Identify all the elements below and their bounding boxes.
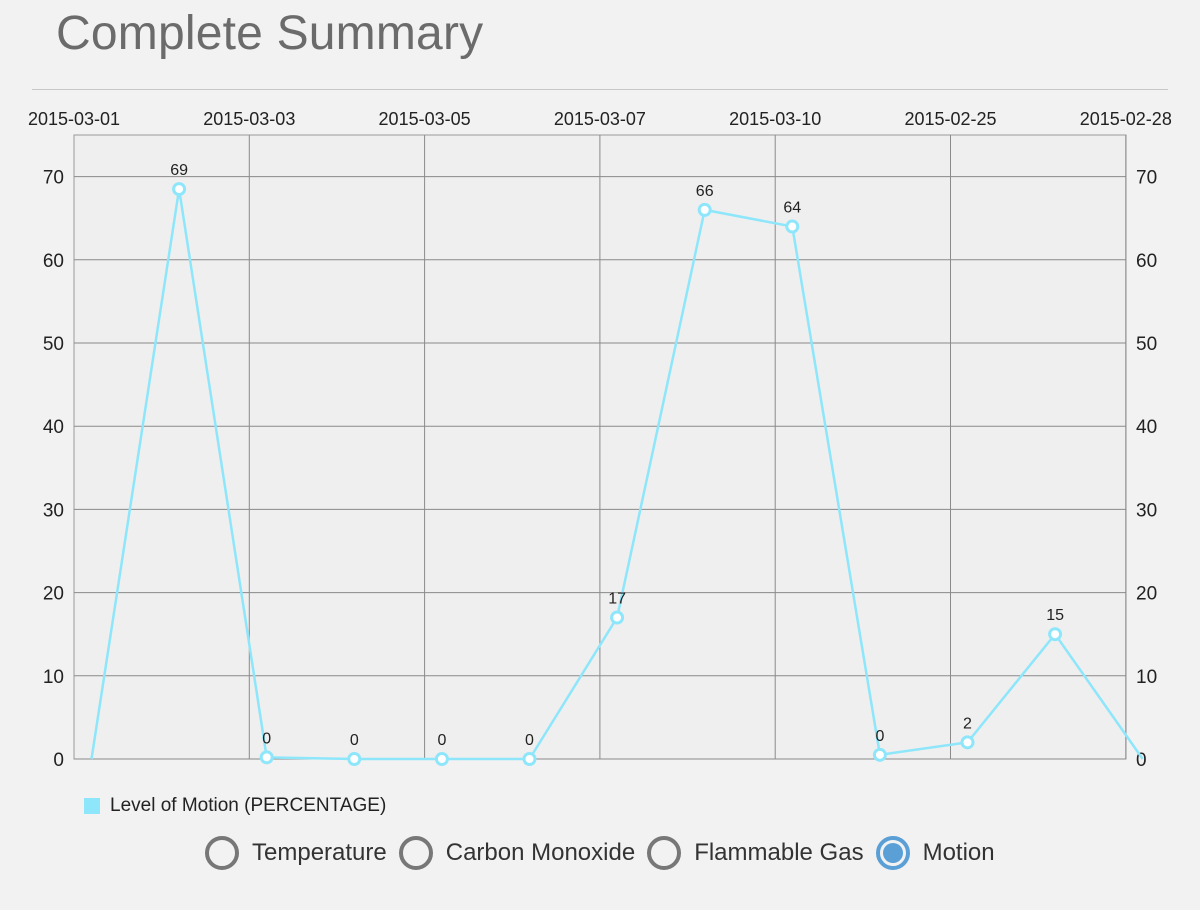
motion-line-chart: 2015-03-01 2015-03-03 2015-03-05 2015-03-07… (28, 109, 1172, 771)
y-tick-label-left: 70 (43, 168, 64, 189)
sensor-radio-group: Temperature Carbon Monoxide Flammable Ga… (205, 836, 1007, 870)
radio-button-icon[interactable] (205, 836, 239, 870)
data-label: 0 (525, 732, 534, 749)
y-tick-label-left: 30 (43, 500, 64, 521)
radio-option-motion[interactable]: Motion (875, 836, 995, 870)
radio-label: Carbon Monoxide (445, 839, 636, 866)
y-tick-label-right: 10 (1136, 667, 1157, 688)
x-tick-label: 2015-03-05 (379, 109, 471, 129)
radio-label: Temperature (252, 839, 387, 866)
x-tick-label: 2015-03-10 (729, 109, 821, 129)
y-tick-label-left: 10 (43, 667, 64, 688)
data-label: 64 (783, 200, 801, 217)
x-tick-label: 2015-03-03 (203, 109, 295, 129)
data-point (259, 750, 274, 765)
data-label: 15 (1046, 607, 1064, 624)
x-tick-label: 2015-02-28 (1080, 109, 1172, 129)
data-label: 0 (875, 728, 884, 745)
y-tick-label-right: 60 (1136, 251, 1157, 272)
radio-button-icon[interactable] (647, 836, 682, 870)
x-tick-label: 2015-02-25 (904, 109, 996, 129)
radio-dot-icon (882, 843, 903, 863)
data-label: 69 (170, 162, 188, 179)
data-point (872, 747, 887, 762)
data-label: 0 (437, 732, 446, 749)
legend-label: Level of Motion (PERCENTAGE) (110, 795, 387, 816)
y-tick-label-right: 70 (1136, 168, 1157, 189)
data-point (1048, 627, 1063, 642)
data-point (172, 182, 187, 197)
radio-button-icon[interactable] (875, 836, 910, 870)
radio-option-flammable-gas[interactable]: Flammable Gas (647, 836, 864, 870)
data-point (697, 202, 712, 217)
chart-legend: Level of Motion (PERCENTAGE) (84, 795, 386, 817)
y-tick-label-right: 20 (1136, 584, 1157, 605)
data-point (434, 752, 449, 766)
y-tick-label-left: 60 (43, 251, 64, 272)
radio-option-carbon-monoxide[interactable]: Carbon Monoxide (398, 836, 636, 870)
data-point (347, 752, 362, 766)
page-title: Complete Summary (56, 7, 484, 60)
title-divider (32, 89, 1168, 90)
data-point (610, 610, 625, 625)
data-label: 2 (963, 715, 972, 732)
data-point (960, 735, 975, 750)
legend-swatch (84, 798, 100, 814)
radio-label: Motion (922, 839, 995, 866)
data-label: 17 (608, 591, 626, 608)
y-tick-label-left: 50 (43, 334, 64, 355)
y-tick-label-left: 0 (53, 750, 64, 771)
y-tick-label-right: 30 (1136, 500, 1157, 521)
y-tick-label-left: 20 (43, 584, 64, 605)
data-point (785, 219, 800, 234)
radio-label: Flammable Gas (694, 839, 864, 866)
data-label: 0 (350, 732, 359, 749)
data-label: 0 (262, 730, 271, 747)
x-tick-label: 2015-03-07 (554, 109, 646, 129)
y-tick-label-right: 40 (1136, 417, 1157, 438)
y-tick-label-left: 40 (43, 417, 64, 438)
y-tick-label-right: 50 (1136, 334, 1157, 355)
radio-button-icon[interactable] (398, 836, 433, 870)
data-point (522, 752, 537, 766)
x-tick-label: 2015-03-01 (28, 109, 120, 129)
radio-option-temperature[interactable]: Temperature (205, 836, 387, 870)
data-label: 66 (696, 183, 714, 200)
